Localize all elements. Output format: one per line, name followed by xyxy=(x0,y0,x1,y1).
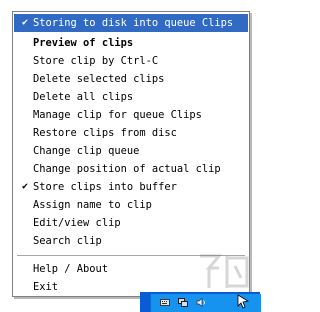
clips-app-icon[interactable] xyxy=(236,293,252,309)
menu-item-label: Store clips into buffer xyxy=(33,181,177,193)
keyboard-icon[interactable] xyxy=(160,298,170,307)
menu-item-label: Change clip queue xyxy=(33,145,140,157)
screen: ✔ Storing to disk into queue Clips Previ… xyxy=(0,0,261,312)
menu-item-label: Manage clip for queue Clips xyxy=(33,109,202,121)
menu-item-assign-name[interactable]: Assign name to clip xyxy=(14,196,248,214)
speaker-icon[interactable] xyxy=(196,298,206,307)
menu-item-store-clip-ctrl-c[interactable]: Store clip by Ctrl-C xyxy=(14,52,248,70)
menu-item-label: Help / About xyxy=(33,263,109,275)
watermark-logo xyxy=(200,254,249,288)
menu-item-label: Search clip xyxy=(33,235,102,247)
menu-item-label: Delete all clips xyxy=(33,91,134,103)
menu-item-label: Exit xyxy=(33,281,59,293)
menu-item-preview-of-clips[interactable]: Preview of clips xyxy=(14,34,248,52)
checkmark-icon: ✔ xyxy=(21,17,29,28)
menu-item-manage-clip[interactable]: Manage clip for queue Clips xyxy=(14,106,248,124)
menu-item-label: Assign name to clip xyxy=(33,199,152,211)
menu-item-change-position[interactable]: Change position of actual clip xyxy=(14,160,248,178)
menu-item-label: Restore clips from disc xyxy=(33,127,177,139)
checkmark-icon: ✔ xyxy=(21,181,29,192)
menu-item-label: Delete selected clips xyxy=(33,73,165,85)
menu-item-search-clip[interactable]: Search clip xyxy=(14,232,248,250)
menu-item-label: Store clip by Ctrl-C xyxy=(33,55,159,67)
menu-item-change-clip-queue[interactable]: Change clip queue xyxy=(14,142,248,160)
network-icon[interactable] xyxy=(178,298,188,307)
menu-item-restore-clips[interactable]: Restore clips from disc xyxy=(14,124,248,142)
menu-item-label: Edit/view clip xyxy=(33,217,121,229)
menu-item-store-clips-into-buffer[interactable]: ✔ Store clips into buffer xyxy=(14,178,248,196)
menu-item-label: Change position of actual clip xyxy=(33,163,221,175)
menu-item-edit-view-clip[interactable]: Edit/view clip xyxy=(14,214,248,232)
menu-item-delete-all-clips[interactable]: Delete all clips xyxy=(14,88,248,106)
menu-item-storing-to-disk[interactable]: ✔ Storing to disk into queue Clips xyxy=(14,14,248,32)
menu-item-delete-selected-clips[interactable]: Delete selected clips xyxy=(14,70,248,88)
menu-item-label: Storing to disk into queue Clips xyxy=(33,17,234,29)
menu-item-label: Preview of clips xyxy=(33,37,134,49)
